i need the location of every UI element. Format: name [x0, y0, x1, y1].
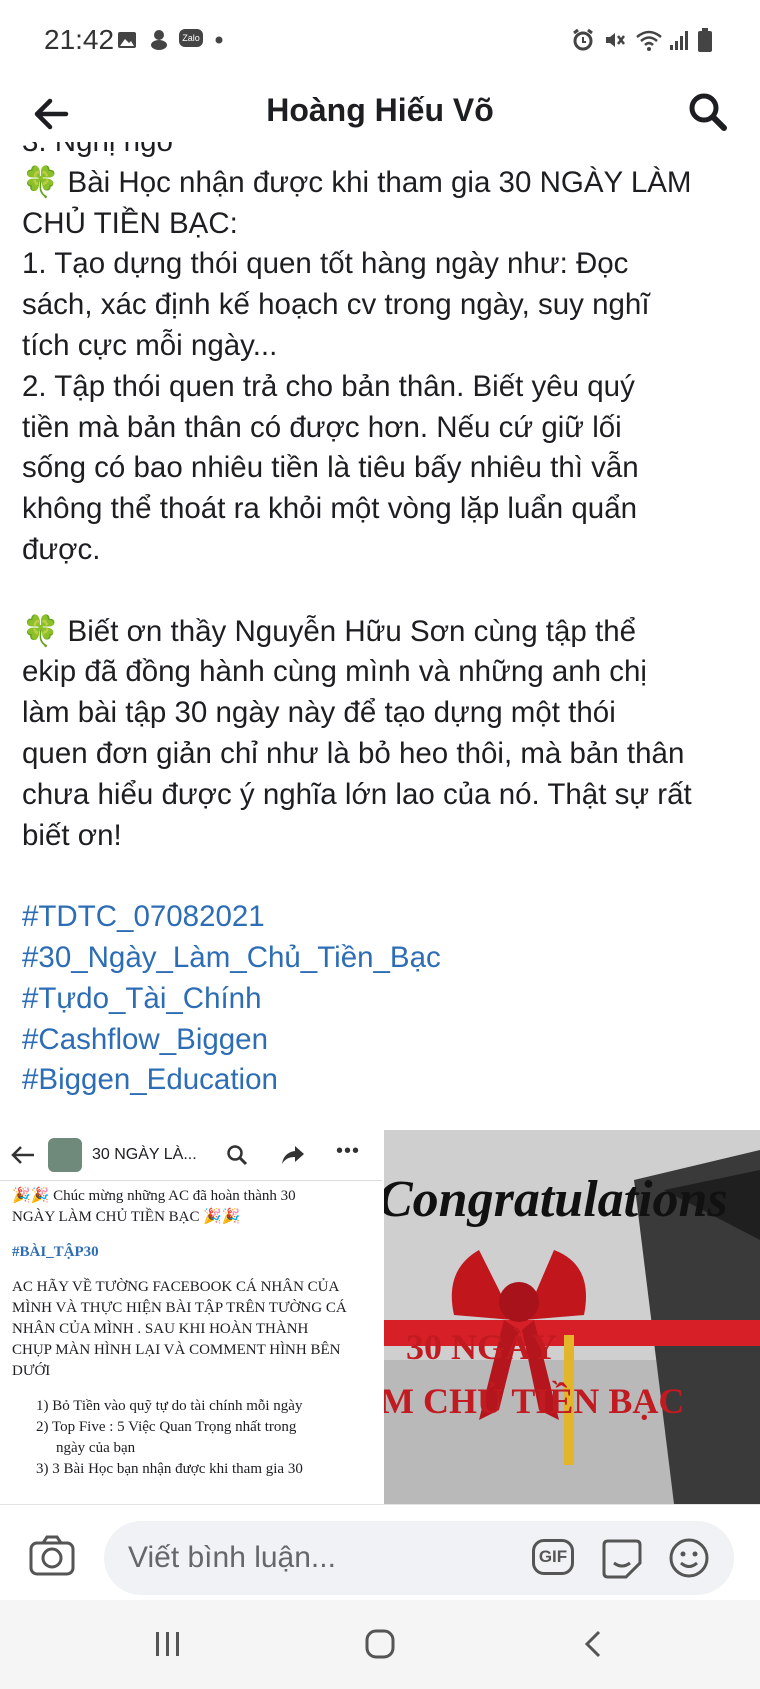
- emoji-icon: [669, 1538, 709, 1578]
- post-line: Biết ơn thầy Nguyễn Hữu Sơn cùng tập thể: [59, 614, 637, 648]
- congrats-line: 30 NGÀY: [406, 1327, 557, 1367]
- post-cut-line: 3. Nghị ngờ: [22, 142, 747, 163]
- home-button[interactable]: [360, 1624, 400, 1664]
- post-photo-congratulations[interactable]: Congratulations 30 NGÀY M CHỦ TIỀN BẠC: [384, 1130, 760, 1504]
- embedded-hashtag: #BÀI_TẬP30: [12, 1244, 99, 1260]
- signal-icon: [668, 28, 690, 52]
- embedded-header: 30 NGÀY LÀ... •••: [0, 1130, 382, 1181]
- congrats-line: M CHỦ TIỀN BẠC: [384, 1381, 685, 1421]
- post-text: 3. Nghị ngờ 🍀 Bài Học nhận được khi tham…: [22, 142, 747, 1101]
- status-bar: 21:42 Zalo: [0, 0, 760, 84]
- post-line: quen đơn giản chỉ như là bỏ heo thôi, mà…: [22, 736, 685, 770]
- system-nav-bar: [0, 1600, 760, 1689]
- post-line: CHỦ TIỀN BẠC:: [22, 206, 238, 240]
- comment-placeholder: Viết bình luận...: [128, 1541, 336, 1574]
- share-icon: [282, 1146, 304, 1164]
- post-line: Bài Học nhận được khi tham gia 30 NGÀY L…: [59, 165, 692, 199]
- post-line: biết ơn!: [22, 818, 122, 852]
- post-line: sách, xác định kế hoạch cv trong ngày, s…: [22, 288, 650, 322]
- alarm-icon: [570, 28, 596, 52]
- dot-icon: [212, 28, 226, 52]
- hashtag-link[interactable]: #30_Ngày_Làm_Chủ_Tiền_Bạc: [22, 938, 747, 979]
- post-line: làm bài tập 30 ngày này để tạo dựng một …: [22, 696, 616, 730]
- post-line: 1. Tạo dựng thói quen tốt hàng ngày như:…: [22, 247, 629, 281]
- gif-button[interactable]: GIF: [532, 1539, 574, 1575]
- search-button[interactable]: [686, 90, 730, 134]
- embedded-step: 3) 3 Bài Học bạn nhận được khi tham gia …: [36, 1461, 303, 1477]
- clover-icon: 🍀: [22, 165, 60, 199]
- comment-input[interactable]: Viết bình luận... GIF: [104, 1521, 734, 1595]
- embedded-step: 1) Bỏ Tiền vào quỹ tự do tài chính mỗi n…: [36, 1398, 303, 1414]
- mute-icon: [602, 28, 628, 52]
- post-line: được.: [22, 532, 101, 566]
- party-emoji: 🎉🎉: [203, 1209, 241, 1225]
- hashtag-link[interactable]: #Cashflow_Biggen: [22, 1020, 747, 1061]
- sticker-button[interactable]: [600, 1537, 644, 1579]
- camera-icon: [29, 1535, 75, 1576]
- battery-icon: [696, 28, 714, 52]
- post-photo-screenshot[interactable]: 30 NGÀY LÀ... ••• 🎉🎉 Chúc mừng những AC …: [0, 1130, 382, 1504]
- hashtag-link[interactable]: #TDTC_07082021: [22, 897, 747, 938]
- zalo-label: Zalo: [179, 29, 203, 47]
- hashtag-link[interactable]: #Biggen_Education: [22, 1060, 747, 1101]
- embedded-line: NHÂN CỦA MÌNH . SAU KHI HOÀN THÀNH: [12, 1321, 309, 1337]
- embedded-step: 2) Top Five : 5 Việc Quan Trọng nhất tro…: [36, 1419, 297, 1435]
- post-line: chưa hiểu được ý nghĩa lớn lao của nó. T…: [22, 777, 692, 811]
- recent-apps-button[interactable]: [148, 1624, 188, 1664]
- group-name: 30 NGÀY LÀ...: [92, 1146, 197, 1163]
- back-arrow-icon: [11, 1146, 34, 1164]
- clover-icon: 🍀: [22, 614, 60, 648]
- post-line: tiền mà bản thân có được hơn. Nếu cứ giữ…: [22, 410, 622, 444]
- post-body: 3. Nghị ngờ 🍀 Bài Học nhận được khi tham…: [0, 142, 760, 1130]
- party-emoji: 🎉🎉: [12, 1188, 50, 1204]
- home-icon: [365, 1629, 395, 1659]
- wifi-icon: [634, 28, 664, 52]
- app-header: Hoàng Hiếu Võ: [0, 84, 760, 142]
- embedded-line: DƯỚI: [12, 1363, 51, 1379]
- sticker-icon: [602, 1539, 642, 1579]
- post-line: sống có bao nhiêu tiền là tiêu bấy nhiêu…: [22, 451, 639, 485]
- post-line: ekip đã đồng hành cùng mình và những anh…: [22, 655, 647, 689]
- search-icon: [227, 1145, 248, 1166]
- post-line: 2. Tập thói quen trả cho bản thân. Biết …: [22, 369, 635, 403]
- embedded-text: 🎉🎉 Chúc mừng những AC đã hoàn thành 30 N…: [12, 1186, 372, 1480]
- embedded-line: AC HÃY VỀ TƯỜNG FACEBOOK CÁ NHÂN CỦA: [12, 1279, 340, 1295]
- chevron-left-icon: [584, 1630, 601, 1658]
- zalo-icon: Zalo: [176, 26, 206, 50]
- post-line: tích cực mỗi ngày...: [22, 328, 278, 362]
- page-title: Hoàng Hiếu Võ: [266, 92, 494, 128]
- comment-bar: Viết bình luận... GIF: [0, 1504, 760, 1601]
- camera-button[interactable]: [28, 1535, 76, 1577]
- emoji-button[interactable]: [668, 1537, 710, 1579]
- post-line: không thể thoát ra khỏi một vòng lặp luẩ…: [22, 492, 638, 526]
- embedded-line: MÌNH VÀ THỰC HIỆN BÀI TẬP TRÊN TƯỜNG CÁ: [12, 1300, 347, 1316]
- hashtag-link[interactable]: #Tựdo_Tài_Chính: [22, 979, 747, 1020]
- embedded-line: NGÀY LÀM CHỦ TIỀN BẠC: [12, 1209, 204, 1225]
- congrats-headline: Congratulations: [384, 1171, 728, 1228]
- embedded-step: ngày của bạn: [56, 1440, 136, 1456]
- recent-apps-icon: [156, 1632, 179, 1656]
- embedded-line: Chúc mừng những AC đã hoàn thành 30: [49, 1188, 296, 1204]
- group-avatar: [48, 1138, 82, 1172]
- back-nav-button[interactable]: [574, 1624, 614, 1664]
- embedded-line: CHỤP MÀN HÌNH LẠI VÀ COMMENT HÌNH BÊN: [12, 1342, 341, 1358]
- app-icon: [148, 28, 170, 52]
- search-icon: [689, 93, 727, 131]
- gallery-icon: [116, 28, 138, 52]
- status-time: 21:42: [44, 24, 115, 55]
- more-icon: •••: [336, 1140, 361, 1162]
